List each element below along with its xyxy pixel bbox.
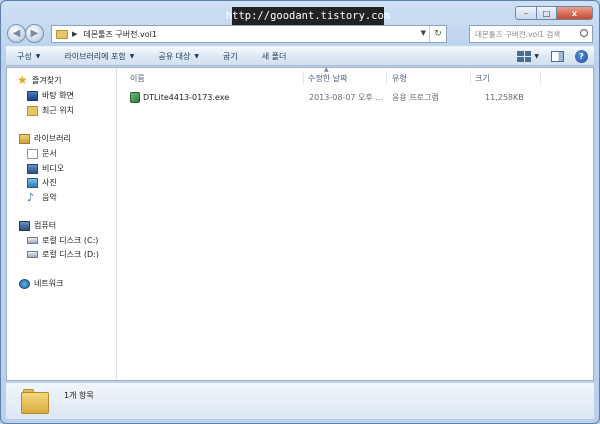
burn-button[interactable]: 굽기 (223, 51, 238, 62)
file-list: ▲ 이름 수정한 날짜 유형 크기 DTLite4413-0173.exe 20… (118, 66, 593, 380)
nav-item-videos[interactable]: 비디오 (27, 163, 64, 174)
document-icon (27, 148, 38, 159)
hard-drive-icon (27, 237, 38, 244)
share-label: 공유 대상 (158, 51, 191, 61)
nav-label: 바탕 화면 (42, 91, 74, 100)
preview-pane-icon[interactable] (551, 51, 564, 62)
star-icon: ★ (17, 73, 28, 87)
item-count: 1개 항목 (64, 391, 94, 400)
chevron-down-icon: ▼ (35, 52, 41, 60)
watermark-label: http://goodant.tistory.com (226, 7, 390, 25)
refresh-button[interactable]: ↻ (429, 26, 446, 42)
nav-item-network[interactable]: 네트워크 (19, 278, 63, 289)
address-bar[interactable]: ▶ 데몬툴즈 구버전.vol1 ▼ ↻ (51, 25, 447, 43)
column-header-date[interactable]: 수정한 날짜 (304, 71, 387, 85)
forward-button[interactable]: ▶ (25, 24, 44, 43)
search-icon (580, 29, 588, 37)
library-icon (19, 133, 30, 144)
organize-label: 구성 (17, 51, 32, 61)
computer-icon (19, 220, 30, 231)
folder-icon (21, 389, 49, 415)
network-icon (19, 278, 30, 289)
nav-item-pictures[interactable]: 사진 (27, 177, 57, 188)
help-icon[interactable]: ? (575, 50, 588, 63)
nav-label: 비디오 (42, 164, 65, 173)
recent-places-icon (27, 105, 38, 116)
nav-item-documents[interactable]: 문서 (27, 148, 57, 159)
nav-item-music[interactable]: ♪ 음악 (27, 192, 57, 203)
nav-label: 로컬 디스크 (D:) (42, 250, 99, 259)
nav-label: 컴퓨터 (34, 221, 57, 230)
nav-label: 사진 (42, 178, 57, 187)
nav-item-libraries[interactable]: 라이브러리 (19, 133, 71, 144)
search-input[interactable]: 데몬툴즈 구버전.vol1 검색 (469, 25, 593, 43)
breadcrumb-separator-icon[interactable]: ▶ (72, 30, 77, 38)
minimize-button[interactable]: – (515, 6, 537, 20)
search-placeholder: 데몬툴즈 구버전.vol1 검색 (475, 29, 561, 39)
nav-item-drive-c[interactable]: 로컬 디스크 (C:) (27, 235, 98, 246)
music-note-icon: ♪ (27, 190, 35, 204)
file-date-cell: 2013-08-07 오후 ... (309, 92, 383, 102)
breadcrumb-current[interactable]: 데몬툴즈 구버전.vol1 (83, 29, 157, 40)
folder-icon (56, 29, 68, 39)
new-folder-button[interactable]: 새 폴더 (262, 51, 287, 62)
burn-label: 굽기 (223, 51, 238, 61)
column-label: 크기 (475, 73, 490, 83)
nav-label: 라이브러리 (34, 134, 71, 143)
refresh-icon: ↻ (434, 29, 442, 39)
explorer-window: – □ x http://goodant.tistory.com ◀ ▶ ▶ 데… (0, 0, 600, 424)
file-name-cell[interactable]: DTLite4413-0173.exe (130, 91, 230, 103)
column-label: 수정한 날짜 (308, 73, 348, 83)
include-library-label: 라이브러리에 포함 (64, 51, 126, 61)
navigation-pane: ★ 즐겨찾기 바탕 화면 최근 위치 라이브러리 문서 비디오 사진 ♪ 음악 컴퓨… (7, 68, 117, 380)
file-name: DTLite4413-0173.exe (143, 92, 230, 102)
chevron-down-icon: ▼ (194, 52, 200, 60)
nav-label: 즐겨찾기 (32, 75, 62, 85)
arrow-left-icon: ◀ (12, 28, 21, 39)
nav-label: 최근 위치 (42, 106, 74, 115)
file-size-cell: 11,258KB (485, 92, 524, 102)
address-history-dropdown-icon[interactable]: ▼ (421, 29, 426, 37)
content-area: ★ 즐겨찾기 바탕 화면 최근 위치 라이브러리 문서 비디오 사진 ♪ 음악 컴퓨… (6, 66, 594, 381)
nav-label: 로컬 디스크 (C:) (42, 236, 99, 245)
navigation-bar: ◀ ▶ ▶ 데몬툴즈 구버전.vol1 ▼ ↻ 데몬툴즈 구버전.vol1 검색 (7, 23, 593, 45)
view-options-dropdown-icon[interactable]: ▼ (534, 53, 539, 60)
column-label: 이름 (130, 73, 145, 83)
chevron-down-icon: ▼ (129, 52, 135, 60)
close-button[interactable]: x (557, 6, 593, 20)
back-button[interactable]: ◀ (7, 24, 26, 43)
details-pane: 1개 항목 (6, 382, 594, 419)
arrow-right-icon: ▶ (30, 28, 39, 39)
organize-button[interactable]: 구성 ▼ (17, 51, 40, 62)
nav-item-drive-d[interactable]: 로컬 디스크 (D:) (27, 249, 99, 260)
column-header-name[interactable]: 이름 (118, 71, 304, 85)
column-header-type[interactable]: 유형 (387, 71, 471, 85)
new-folder-label: 새 폴더 (261, 51, 287, 61)
nav-label: 네트워크 (34, 279, 64, 288)
include-in-library-button[interactable]: 라이브러리에 포함 ▼ (64, 51, 134, 62)
nav-label: 문서 (42, 149, 57, 158)
file-type-cell: 응용 프로그램 (392, 92, 439, 102)
application-icon (130, 91, 140, 103)
window-controls: – □ x (515, 6, 593, 20)
nav-item-desktop[interactable]: 바탕 화면 (27, 90, 74, 101)
share-with-button[interactable]: 공유 대상 ▼ (158, 51, 199, 62)
maximize-button[interactable]: □ (537, 6, 557, 20)
column-header-size[interactable]: 크기 (471, 71, 541, 85)
nav-item-computer[interactable]: 컴퓨터 (19, 220, 56, 231)
column-label: 유형 (392, 73, 407, 83)
toolbar-right-group: ▼ ? (517, 50, 588, 63)
nav-label: 음악 (42, 193, 57, 202)
picture-icon (27, 177, 38, 188)
nav-item-recent[interactable]: 최근 위치 (27, 105, 74, 116)
hard-drive-icon (27, 251, 38, 258)
table-row[interactable]: DTLite4413-0173.exe 2013-08-07 오후 ... 응용… (118, 90, 588, 104)
nav-item-favorites[interactable]: ★ 즐겨찾기 (17, 74, 61, 86)
video-icon (27, 163, 38, 174)
desktop-icon (27, 90, 38, 101)
change-view-icon[interactable] (517, 51, 532, 62)
command-bar: 구성 ▼ 라이브러리에 포함 ▼ 공유 대상 ▼ 굽기 새 폴더 ▼ ? (6, 46, 594, 66)
